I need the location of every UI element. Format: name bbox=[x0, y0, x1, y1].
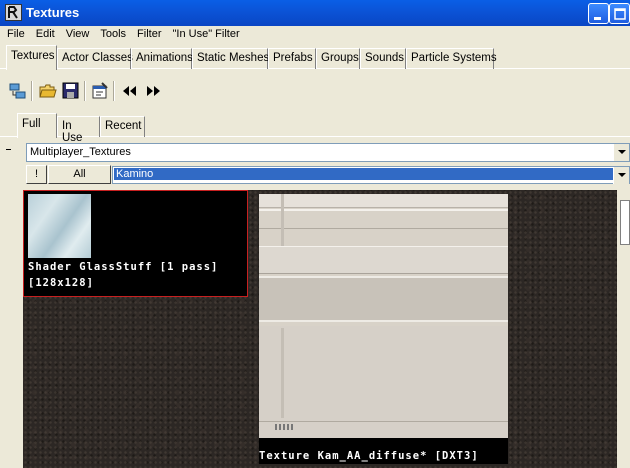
all-button[interactable]: All bbox=[48, 165, 111, 184]
maximize-button[interactable] bbox=[609, 3, 630, 24]
save-icon[interactable] bbox=[59, 79, 83, 103]
toolbar-separator bbox=[31, 81, 33, 101]
menu-edit[interactable]: Edit bbox=[32, 26, 62, 44]
group-combo-value: Kamino bbox=[114, 168, 613, 180]
toolbar bbox=[0, 79, 630, 105]
next-icon[interactable] bbox=[141, 79, 165, 103]
chevron-down-icon[interactable] bbox=[613, 144, 629, 161]
toolbar-separator bbox=[113, 81, 115, 101]
subtab-in-use[interactable]: In Use bbox=[57, 116, 100, 144]
splitter-mark bbox=[6, 149, 11, 150]
menu-filter[interactable]: Filter bbox=[133, 26, 168, 44]
filter-tabs: Full In Use Recent bbox=[0, 113, 630, 144]
chevron-down-icon[interactable] bbox=[613, 167, 629, 184]
texture-tile[interactable]: Texture Kam_AA_diffuse* [DXT3] bbox=[259, 194, 508, 464]
tab-static-meshes[interactable]: Static Meshes bbox=[192, 48, 269, 69]
tab-groups[interactable]: Groups bbox=[316, 48, 360, 69]
exclaim-button[interactable]: ! bbox=[26, 165, 47, 184]
menu-in-use-filter[interactable]: "In Use" Filter bbox=[169, 26, 247, 44]
texture-thumbnail bbox=[259, 194, 508, 438]
group-combo[interactable]: Kamino bbox=[112, 166, 630, 184]
tab-particle-systems[interactable]: Particle Systems bbox=[406, 48, 497, 69]
browser-sync-icon[interactable] bbox=[6, 79, 30, 103]
window-title: Textures bbox=[26, 5, 80, 20]
toolbar-separator bbox=[84, 81, 86, 101]
browser-tabs: Textures Actor Classes Animations Static… bbox=[0, 45, 630, 70]
menu-bar: File Edit View Tools Filter "In Use" Fil… bbox=[0, 26, 630, 44]
menu-tools[interactable]: Tools bbox=[96, 26, 133, 44]
texture-size: [128x128] bbox=[28, 277, 94, 289]
app-icon bbox=[5, 4, 22, 21]
menu-view[interactable]: View bbox=[62, 26, 97, 44]
tab-sounds[interactable]: Sounds bbox=[360, 48, 406, 69]
subtab-full[interactable]: Full bbox=[17, 113, 57, 138]
previous-icon[interactable] bbox=[118, 79, 142, 103]
scrollbar-thumb[interactable] bbox=[620, 200, 630, 245]
tab-animations[interactable]: Animations bbox=[131, 48, 193, 69]
menu-file[interactable]: File bbox=[3, 26, 32, 44]
tab-textures[interactable]: Textures bbox=[6, 45, 57, 70]
texture-label: Shader GlassStuff [1 pass] bbox=[28, 261, 219, 273]
texture-tile-selected[interactable]: Shader GlassStuff [1 pass] [128x128] bbox=[23, 190, 248, 297]
package-combo-value: Multiplayer_Textures bbox=[30, 146, 131, 158]
package-combo[interactable]: Multiplayer_Textures bbox=[26, 143, 630, 162]
texture-label: Texture Kam_AA_diffuse* [DXT3] bbox=[259, 450, 479, 462]
tab-prefabs[interactable]: Prefabs bbox=[268, 48, 316, 69]
tab-actor-classes[interactable]: Actor Classes bbox=[57, 48, 133, 69]
texture-thumbnail bbox=[28, 194, 91, 258]
title-bar: Textures bbox=[0, 0, 630, 26]
open-folder-icon[interactable] bbox=[36, 79, 60, 103]
subtab-recent[interactable]: Recent bbox=[100, 116, 145, 137]
minimize-button[interactable] bbox=[588, 3, 609, 24]
properties-icon[interactable] bbox=[88, 79, 112, 103]
left-gutter bbox=[0, 190, 23, 468]
texture-viewport[interactable]: Shader GlassStuff [1 pass] [128x128] Tex… bbox=[23, 190, 630, 468]
